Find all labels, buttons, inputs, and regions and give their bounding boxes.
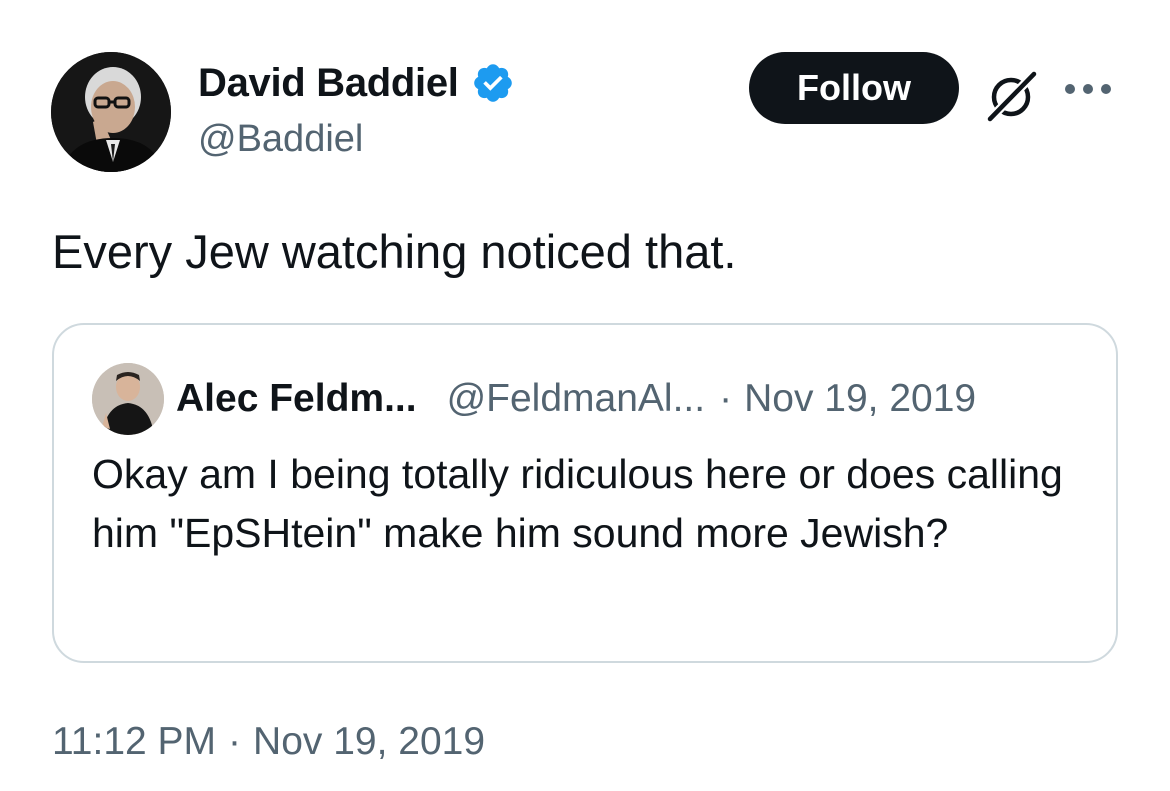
author-handle[interactable]: @Baddiel	[198, 118, 363, 161]
quote-header: Alec Feldm... @FeldmanAl... · Nov 19, 20…	[176, 369, 976, 429]
author-name-row: David Baddiel	[198, 56, 515, 110]
quote-text: Okay am I being totally ridiculous here …	[92, 451, 1063, 556]
quote-date-separator: ·	[719, 377, 733, 420]
grok-icon[interactable]	[982, 66, 1040, 124]
tweet-time[interactable]: 11:12 PM	[52, 720, 216, 763]
quote-avatar-image	[92, 363, 164, 435]
timestamp-separator: ·	[228, 720, 242, 763]
follow-button[interactable]: Follow	[749, 52, 959, 124]
author-display-name[interactable]: David Baddiel	[198, 61, 459, 106]
quote-author-name[interactable]: Alec Feldm...	[176, 377, 417, 421]
author-avatar[interactable]	[51, 52, 171, 172]
verified-badge-icon[interactable]	[471, 61, 515, 105]
more-icon[interactable]	[1061, 74, 1115, 104]
author-avatar-image	[51, 52, 171, 172]
tweet-date[interactable]: Nov 19, 2019	[253, 720, 485, 763]
quoted-tweet-card[interactable]: Alec Feldm... @FeldmanAl... · Nov 19, 20…	[52, 323, 1118, 663]
tweet-timestamp[interactable]: 11:12 PM · Nov 19, 2019	[52, 712, 485, 772]
quote-author-handle[interactable]: @FeldmanAl...	[447, 377, 706, 421]
tweet-text: Every Jew watching noticed that.	[52, 225, 737, 278]
quote-author-avatar[interactable]	[92, 363, 164, 435]
quote-date[interactable]: Nov 19, 2019	[744, 377, 976, 421]
